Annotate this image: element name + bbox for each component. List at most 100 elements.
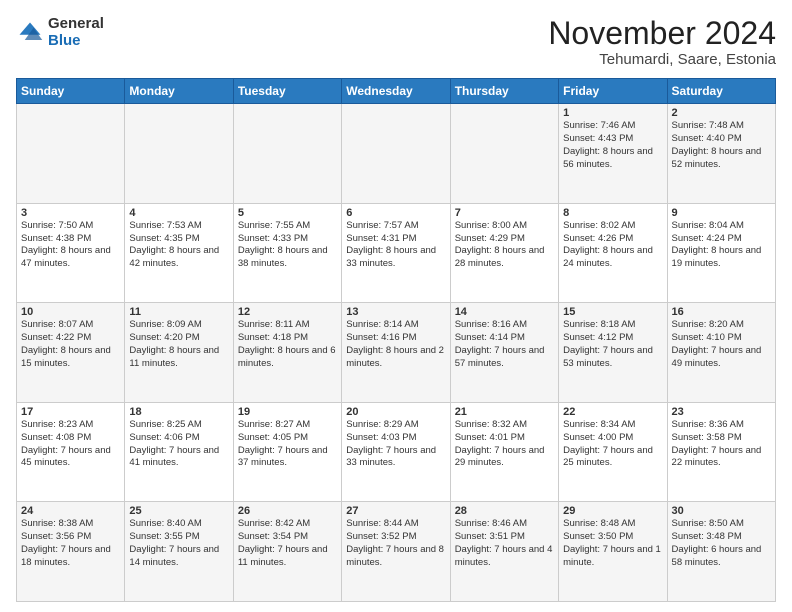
day-number: 20	[346, 406, 445, 418]
day-detail: Sunrise: 8:40 AMSunset: 3:55 PMDaylight:…	[129, 518, 228, 569]
day-detail: Sunrise: 8:20 AMSunset: 4:10 PMDaylight:…	[672, 319, 771, 370]
day-number: 2	[672, 107, 771, 119]
table-row: 1Sunrise: 7:46 AMSunset: 4:43 PMDaylight…	[559, 104, 667, 204]
table-row: 11Sunrise: 8:09 AMSunset: 4:20 PMDayligh…	[125, 303, 233, 403]
table-row: 10Sunrise: 8:07 AMSunset: 4:22 PMDayligh…	[17, 303, 125, 403]
table-row: 9Sunrise: 8:04 AMSunset: 4:24 PMDaylight…	[667, 203, 775, 303]
day-detail: Sunrise: 8:50 AMSunset: 3:48 PMDaylight:…	[672, 518, 771, 569]
day-detail: Sunrise: 8:09 AMSunset: 4:20 PMDaylight:…	[129, 319, 228, 370]
table-row: 18Sunrise: 8:25 AMSunset: 4:06 PMDayligh…	[125, 402, 233, 502]
table-row: 2Sunrise: 7:48 AMSunset: 4:40 PMDaylight…	[667, 104, 775, 204]
table-row: 29Sunrise: 8:48 AMSunset: 3:50 PMDayligh…	[559, 502, 667, 602]
table-row: 23Sunrise: 8:36 AMSunset: 3:58 PMDayligh…	[667, 402, 775, 502]
day-number: 14	[455, 306, 554, 318]
day-number: 10	[21, 306, 120, 318]
day-detail: Sunrise: 8:23 AMSunset: 4:08 PMDaylight:…	[21, 419, 120, 470]
day-detail: Sunrise: 8:42 AMSunset: 3:54 PMDaylight:…	[238, 518, 337, 569]
day-number: 15	[563, 306, 662, 318]
table-row: 21Sunrise: 8:32 AMSunset: 4:01 PMDayligh…	[450, 402, 558, 502]
day-detail: Sunrise: 8:46 AMSunset: 3:51 PMDaylight:…	[455, 518, 554, 569]
calendar-week-row: 24Sunrise: 8:38 AMSunset: 3:56 PMDayligh…	[17, 502, 776, 602]
calendar-week-row: 1Sunrise: 7:46 AMSunset: 4:43 PMDaylight…	[17, 104, 776, 204]
day-number: 1	[563, 107, 662, 119]
day-number: 30	[672, 505, 771, 517]
table-row: 24Sunrise: 8:38 AMSunset: 3:56 PMDayligh…	[17, 502, 125, 602]
logo: General Blue	[16, 16, 104, 49]
day-detail: Sunrise: 8:44 AMSunset: 3:52 PMDaylight:…	[346, 518, 445, 569]
day-number: 16	[672, 306, 771, 318]
table-row: 19Sunrise: 8:27 AMSunset: 4:05 PMDayligh…	[233, 402, 341, 502]
page: General Blue November 2024 Tehumardi, Sa…	[0, 0, 792, 612]
day-detail: Sunrise: 8:32 AMSunset: 4:01 PMDaylight:…	[455, 419, 554, 470]
table-row: 30Sunrise: 8:50 AMSunset: 3:48 PMDayligh…	[667, 502, 775, 602]
col-tuesday: Tuesday	[233, 79, 341, 104]
day-number: 4	[129, 207, 228, 219]
table-row: 7Sunrise: 8:00 AMSunset: 4:29 PMDaylight…	[450, 203, 558, 303]
day-number: 26	[238, 505, 337, 517]
table-row: 12Sunrise: 8:11 AMSunset: 4:18 PMDayligh…	[233, 303, 341, 403]
day-detail: Sunrise: 7:57 AMSunset: 4:31 PMDaylight:…	[346, 220, 445, 271]
day-detail: Sunrise: 8:36 AMSunset: 3:58 PMDaylight:…	[672, 419, 771, 470]
col-friday: Friday	[559, 79, 667, 104]
header: General Blue November 2024 Tehumardi, Sa…	[16, 16, 776, 68]
table-row: 27Sunrise: 8:44 AMSunset: 3:52 PMDayligh…	[342, 502, 450, 602]
table-row: 15Sunrise: 8:18 AMSunset: 4:12 PMDayligh…	[559, 303, 667, 403]
day-number: 25	[129, 505, 228, 517]
table-row: 5Sunrise: 7:55 AMSunset: 4:33 PMDaylight…	[233, 203, 341, 303]
logo-blue-text: Blue	[48, 33, 104, 50]
table-row: 20Sunrise: 8:29 AMSunset: 4:03 PMDayligh…	[342, 402, 450, 502]
calendar-week-row: 3Sunrise: 7:50 AMSunset: 4:38 PMDaylight…	[17, 203, 776, 303]
day-detail: Sunrise: 8:34 AMSunset: 4:00 PMDaylight:…	[563, 419, 662, 470]
table-row: 22Sunrise: 8:34 AMSunset: 4:00 PMDayligh…	[559, 402, 667, 502]
table-row: 25Sunrise: 8:40 AMSunset: 3:55 PMDayligh…	[125, 502, 233, 602]
calendar-week-row: 17Sunrise: 8:23 AMSunset: 4:08 PMDayligh…	[17, 402, 776, 502]
day-number: 12	[238, 306, 337, 318]
day-number: 11	[129, 306, 228, 318]
table-row	[233, 104, 341, 204]
col-sunday: Sunday	[17, 79, 125, 104]
day-number: 22	[563, 406, 662, 418]
day-detail: Sunrise: 7:48 AMSunset: 4:40 PMDaylight:…	[672, 120, 771, 171]
table-row: 4Sunrise: 7:53 AMSunset: 4:35 PMDaylight…	[125, 203, 233, 303]
table-row	[125, 104, 233, 204]
calendar-header-row: Sunday Monday Tuesday Wednesday Thursday…	[17, 79, 776, 104]
table-row: 28Sunrise: 8:46 AMSunset: 3:51 PMDayligh…	[450, 502, 558, 602]
day-number: 13	[346, 306, 445, 318]
table-row: 16Sunrise: 8:20 AMSunset: 4:10 PMDayligh…	[667, 303, 775, 403]
day-detail: Sunrise: 8:18 AMSunset: 4:12 PMDaylight:…	[563, 319, 662, 370]
day-detail: Sunrise: 8:07 AMSunset: 4:22 PMDaylight:…	[21, 319, 120, 370]
day-number: 3	[21, 207, 120, 219]
day-detail: Sunrise: 7:53 AMSunset: 4:35 PMDaylight:…	[129, 220, 228, 271]
day-detail: Sunrise: 8:29 AMSunset: 4:03 PMDaylight:…	[346, 419, 445, 470]
table-row: 14Sunrise: 8:16 AMSunset: 4:14 PMDayligh…	[450, 303, 558, 403]
day-number: 6	[346, 207, 445, 219]
day-number: 19	[238, 406, 337, 418]
day-number: 9	[672, 207, 771, 219]
day-detail: Sunrise: 8:38 AMSunset: 3:56 PMDaylight:…	[21, 518, 120, 569]
day-detail: Sunrise: 7:50 AMSunset: 4:38 PMDaylight:…	[21, 220, 120, 271]
table-row	[17, 104, 125, 204]
logo-icon	[16, 19, 44, 47]
table-row: 26Sunrise: 8:42 AMSunset: 3:54 PMDayligh…	[233, 502, 341, 602]
table-row	[450, 104, 558, 204]
day-number: 8	[563, 207, 662, 219]
calendar-week-row: 10Sunrise: 8:07 AMSunset: 4:22 PMDayligh…	[17, 303, 776, 403]
title-block: November 2024 Tehumardi, Saare, Estonia	[548, 16, 776, 68]
table-row: 8Sunrise: 8:02 AMSunset: 4:26 PMDaylight…	[559, 203, 667, 303]
logo-text: General Blue	[48, 16, 104, 49]
day-detail: Sunrise: 8:16 AMSunset: 4:14 PMDaylight:…	[455, 319, 554, 370]
col-thursday: Thursday	[450, 79, 558, 104]
table-row: 17Sunrise: 8:23 AMSunset: 4:08 PMDayligh…	[17, 402, 125, 502]
day-detail: Sunrise: 8:14 AMSunset: 4:16 PMDaylight:…	[346, 319, 445, 370]
day-detail: Sunrise: 7:46 AMSunset: 4:43 PMDaylight:…	[563, 120, 662, 171]
day-number: 24	[21, 505, 120, 517]
calendar-table: Sunday Monday Tuesday Wednesday Thursday…	[16, 78, 776, 602]
day-number: 29	[563, 505, 662, 517]
day-detail: Sunrise: 8:11 AMSunset: 4:18 PMDaylight:…	[238, 319, 337, 370]
logo-general-text: General	[48, 16, 104, 33]
day-number: 18	[129, 406, 228, 418]
day-number: 23	[672, 406, 771, 418]
day-number: 5	[238, 207, 337, 219]
day-detail: Sunrise: 8:25 AMSunset: 4:06 PMDaylight:…	[129, 419, 228, 470]
table-row: 13Sunrise: 8:14 AMSunset: 4:16 PMDayligh…	[342, 303, 450, 403]
